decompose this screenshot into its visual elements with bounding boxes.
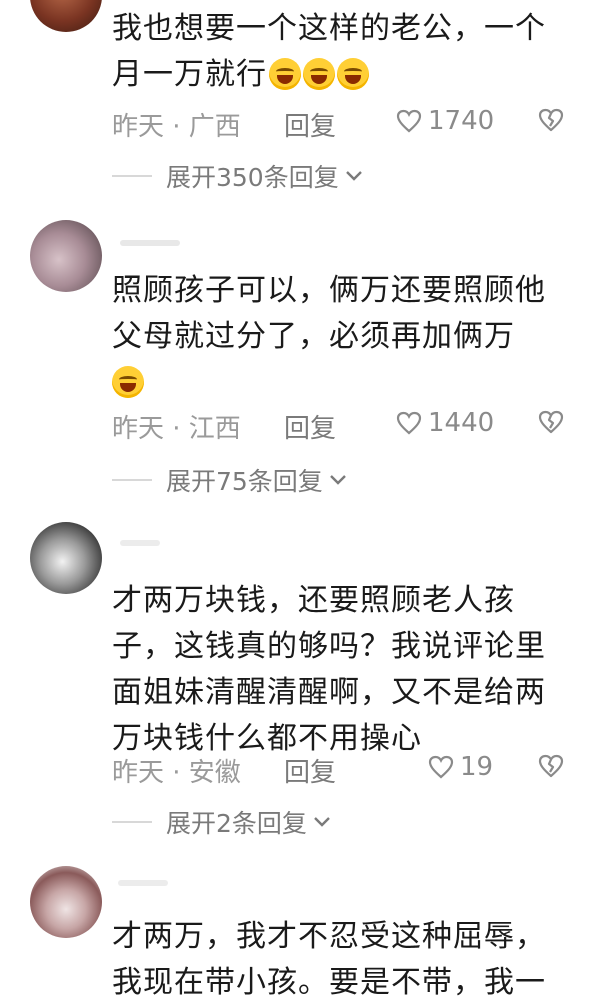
comment-line: 月一万就行 [112, 52, 582, 98]
comment-line [112, 360, 582, 406]
comment-line: 子，这钱真的够吗？我说评论里 [112, 629, 546, 664]
like-button[interactable]: 1440 [396, 408, 494, 438]
like-count: 1440 [428, 408, 495, 438]
avatar[interactable] [30, 866, 102, 938]
avatar[interactable] [30, 522, 102, 594]
comment-line: 父母就过分了，必须再加俩万 [112, 319, 515, 354]
expand-replies-button[interactable]: 展开2条回复 [112, 804, 331, 840]
username-redacted [118, 880, 168, 886]
broken-heart-icon [538, 754, 564, 778]
broken-heart-icon [538, 410, 564, 434]
expand-replies-button[interactable]: 展开350条回复 [112, 158, 363, 194]
comment-meta: 昨天 · 江西 回复 1440 [112, 404, 572, 444]
comment-meta: 昨天 · 安徽 回复 19 [112, 748, 572, 788]
reply-button[interactable]: 回复 [284, 106, 336, 143]
comment-line-text: 月一万就行 [112, 57, 267, 92]
like-button[interactable]: 1740 [396, 106, 494, 136]
expand-replies-label: 展开75条回复 [166, 467, 323, 496]
like-button[interactable]: 19 [428, 752, 493, 782]
heart-icon [428, 755, 454, 779]
laughing-emoji-icon [269, 58, 301, 90]
reply-button[interactable]: 回复 [284, 752, 336, 789]
divider [112, 821, 152, 823]
comment-text: 我也想要一个这样的老公，一个 月一万就行 [112, 6, 582, 98]
chevron-down-icon [314, 817, 330, 827]
avatar[interactable] [30, 220, 102, 292]
like-count: 19 [460, 752, 494, 782]
comment-line: 才两万，我才不忍受这种屈辱， [112, 919, 546, 954]
divider [112, 479, 152, 481]
comment-line: 照顾孩子可以，俩万还要照顾他 [112, 273, 546, 308]
comment-meta: 昨天 · 广西 回复 1740 [112, 102, 572, 142]
comment-line: 才两万块钱，还要照顾老人孩 [112, 583, 515, 618]
comment-text: 才两万块钱，还要照顾老人孩 子，这钱真的够吗？我说评论里 面姐妹清醒清醒啊，又不… [112, 578, 582, 762]
dislike-button[interactable] [538, 754, 564, 785]
comment-text: 才两万，我才不忍受这种屈辱， 我现在带小孩。要是不带，我一 [112, 914, 582, 1006]
heart-icon [396, 109, 422, 133]
divider [112, 175, 152, 177]
laughing-emoji-icon [303, 58, 335, 90]
username-redacted [120, 540, 160, 546]
comment-line: 我也想要一个这样的老公，一个 [112, 11, 546, 46]
comment-line: 我现在带小孩。要是不带，我一 [112, 965, 546, 1000]
comment-time-location: 昨天 · 广西 [112, 112, 241, 142]
laughing-emoji-icon [112, 366, 144, 398]
expand-replies-label: 展开350条回复 [166, 163, 339, 192]
comment-line: 面姐妹清醒清醒啊，又不是给两 [112, 675, 546, 710]
like-count: 1740 [428, 106, 495, 136]
expand-replies-label: 展开2条回复 [166, 809, 307, 838]
dislike-button[interactable] [538, 108, 564, 139]
avatar[interactable] [30, 0, 102, 32]
heart-icon [396, 411, 422, 435]
laughing-emoji-icon [337, 58, 369, 90]
comment-text: 照顾孩子可以，俩万还要照顾他 父母就过分了，必须再加俩万 [112, 268, 582, 406]
broken-heart-icon [538, 108, 564, 132]
dislike-button[interactable] [538, 410, 564, 441]
chevron-down-icon [345, 171, 362, 181]
chevron-down-icon [329, 475, 346, 485]
reply-button[interactable]: 回复 [284, 408, 336, 445]
expand-replies-button[interactable]: 展开75条回复 [112, 462, 347, 498]
username-redacted [120, 240, 180, 246]
comment-time-location: 昨天 · 安徽 [112, 758, 241, 788]
comment-time-location: 昨天 · 江西 [112, 414, 241, 444]
